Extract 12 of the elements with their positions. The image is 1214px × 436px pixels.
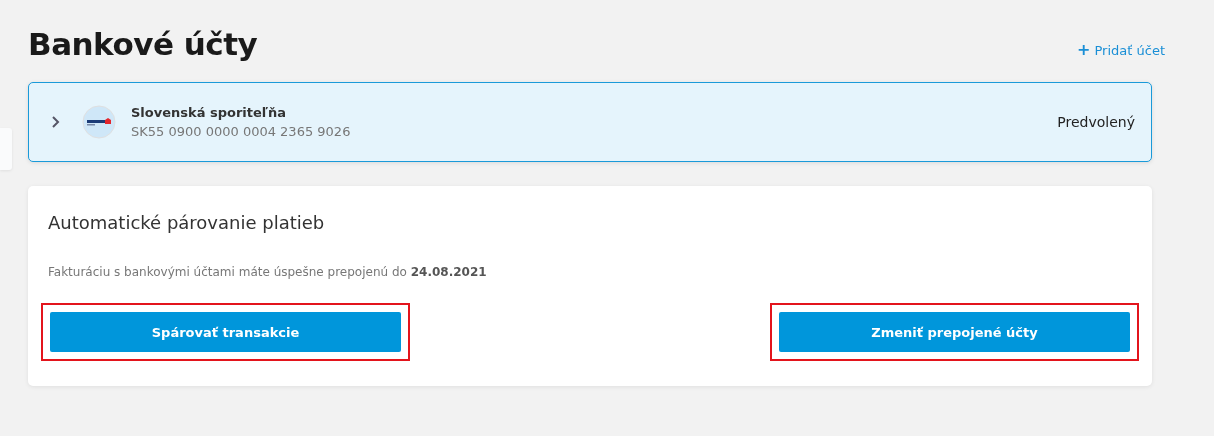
page-title: Bankové účty: [28, 26, 258, 62]
chevron-icon[interactable]: [51, 115, 60, 129]
bank-name: Slovenská sporiteľňa: [131, 105, 288, 120]
default-label: Predvolený: [1057, 114, 1135, 130]
action-button[interactable]: Spárovať transakcie: [50, 312, 401, 352]
bank-logo-icon: [82, 105, 116, 139]
account-card[interactable]: Slovenská sporiteľňa SK55 0900 0000 0004 2365 9026 Predvolený: [28, 82, 1152, 162]
status-text: Fakturáciu s bankovými účtami máte úspešne prepojenú do 24.08.2021: [48, 265, 488, 279]
action-button[interactable]: Zmeniť prepojené účty: [779, 312, 1130, 352]
iban: SK55 0900 0000 0004 2365 9026: [131, 124, 352, 139]
add-account-link[interactable]: + Pridať účet: [1076, 29, 1165, 59]
section-title: Automatické párovanie platieb: [48, 212, 326, 233]
